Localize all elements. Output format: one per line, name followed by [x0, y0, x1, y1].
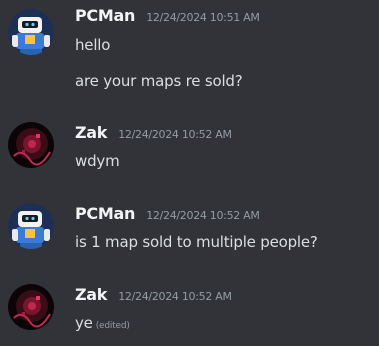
message-text: are your maps re sold?: [75, 72, 243, 90]
message-text: wdym: [75, 152, 120, 170]
red-glow-avatar-icon[interactable]: [8, 122, 54, 168]
red-glow-avatar-icon[interactable]: [8, 284, 54, 330]
message-text: hello: [75, 36, 111, 54]
message-timestamp: 12/24/2024 10:51 AM: [146, 11, 260, 24]
message-timestamp: 12/24/2024 10:52 AM: [146, 209, 260, 222]
chat-log: PCMan 12/24/2024 10:51 AM hello are your…: [0, 0, 379, 346]
author-name[interactable]: PCMan: [75, 204, 135, 223]
message-line: ye (edited): [75, 314, 130, 332]
message-text: ye: [75, 314, 93, 332]
robot-avatar-icon[interactable]: [8, 9, 54, 55]
message-timestamp: 12/24/2024 10:52 AM: [118, 290, 232, 303]
edited-label: (edited): [95, 321, 130, 331]
author-name[interactable]: Zak: [75, 285, 107, 304]
author-name[interactable]: PCMan: [75, 6, 135, 25]
author-name[interactable]: Zak: [75, 123, 107, 142]
message-timestamp: 12/24/2024 10:52 AM: [118, 128, 232, 141]
message-text: is 1 map sold to multiple people?: [75, 233, 318, 251]
robot-avatar-icon[interactable]: [8, 203, 54, 249]
